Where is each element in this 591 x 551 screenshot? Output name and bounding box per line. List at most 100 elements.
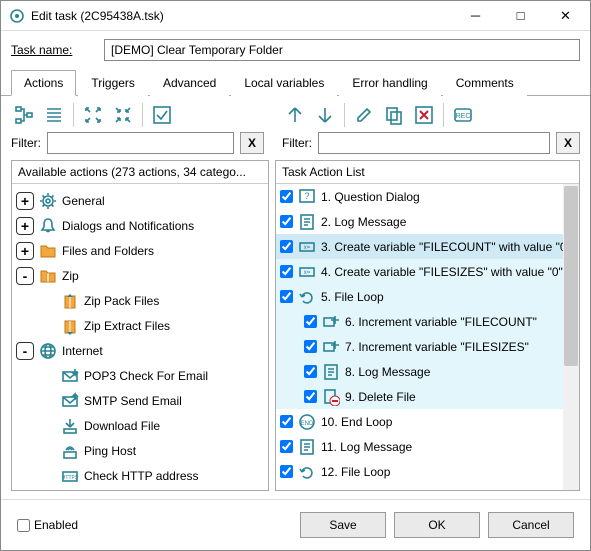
close-button[interactable]: ✕ <box>543 2 588 30</box>
filter-clear-right[interactable]: X <box>556 132 580 154</box>
task-checkbox[interactable] <box>280 215 293 228</box>
actions-tree[interactable]: +General+Dialogs and Notifications+Files… <box>12 184 268 490</box>
filter-clear-left[interactable]: X <box>240 132 264 154</box>
tree-item[interactable]: Check HTTP address <box>14 463 266 488</box>
filter-label-right: Filter: <box>282 136 312 150</box>
task-checkbox[interactable] <box>304 390 317 403</box>
task-label: 12. File Loop <box>321 465 390 479</box>
task-label: 9. Delete File <box>345 390 416 404</box>
task-checkbox[interactable] <box>280 290 293 303</box>
expand-toggle[interactable]: + <box>16 192 34 210</box>
task-row[interactable]: 8. Log Message <box>276 359 579 384</box>
task-row[interactable]: 9. Delete File <box>276 384 579 409</box>
tree-label: SMTP Send Email <box>84 394 182 408</box>
task-checkbox[interactable] <box>280 240 293 253</box>
task-row[interactable]: 5. File Loop <box>276 284 579 309</box>
task-checkbox[interactable] <box>280 465 293 478</box>
minimize-button[interactable]: ─ <box>453 2 498 30</box>
cancel-button[interactable]: Cancel <box>488 512 574 538</box>
task-label: 2. Log Message <box>321 215 406 229</box>
task-name-input[interactable] <box>104 39 580 61</box>
expand-toggle[interactable]: + <box>16 242 34 260</box>
tree-item[interactable]: Zip Extract Files <box>14 313 266 338</box>
task-row[interactable]: 3. Create variable "FILECOUNT" with valu… <box>276 234 579 259</box>
filter-input-right[interactable] <box>318 132 550 154</box>
log-icon <box>321 362 341 382</box>
delete-icon[interactable] <box>411 102 437 128</box>
bell-icon <box>38 216 58 236</box>
task-row[interactable]: 12. File Loop <box>276 459 579 484</box>
task-checkbox[interactable] <box>280 190 293 203</box>
tabs: ActionsTriggersAdvancedLocal variablesEr… <box>1 69 590 96</box>
enabled-checkbox-input[interactable] <box>17 519 30 532</box>
task-row[interactable]: 6. Increment variable "FILECOUNT" <box>276 309 579 334</box>
move-up-icon[interactable] <box>282 102 308 128</box>
tree-item[interactable]: +Dialogs and Notifications <box>14 213 266 238</box>
tree-item[interactable]: +General <box>14 188 266 213</box>
tree-item[interactable]: Zip Pack Files <box>14 288 266 313</box>
task-checkbox[interactable] <box>304 340 317 353</box>
inc-icon <box>321 337 341 357</box>
gear-icon <box>38 191 58 211</box>
task-checkbox[interactable] <box>280 415 293 428</box>
tree-item[interactable]: - Zip <box>14 263 266 288</box>
expand-toggle[interactable]: - <box>16 342 34 360</box>
expand-toggle[interactable]: + <box>16 217 34 235</box>
ok-button[interactable]: OK <box>394 512 480 538</box>
tree-item[interactable]: Download File <box>14 413 266 438</box>
tab-comments[interactable]: Comments <box>443 70 527 96</box>
tree-item[interactable]: POP3 Check For Email <box>14 363 266 388</box>
expand-all-icon[interactable] <box>80 102 106 128</box>
collapse-all-icon[interactable] <box>110 102 136 128</box>
task-label: 3. Create variable "FILECOUNT" with valu… <box>321 240 571 254</box>
task-label: 1. Question Dialog <box>321 190 420 204</box>
save-button[interactable]: Save <box>300 512 386 538</box>
move-down-icon[interactable] <box>312 102 338 128</box>
task-row[interactable]: 7. Increment variable "FILESIZES" <box>276 334 579 359</box>
task-checkbox[interactable] <box>280 440 293 453</box>
tab-actions[interactable]: Actions <box>11 70 76 96</box>
folder-icon <box>38 241 58 261</box>
zip-icon <box>38 266 58 286</box>
window-title: Edit task (2C95438A.tsk) <box>31 9 453 23</box>
tree-item[interactable]: +Files and Folders <box>14 238 266 263</box>
loop-icon <box>297 287 317 307</box>
task-checkbox[interactable] <box>280 265 293 278</box>
tree-view-icon[interactable] <box>11 102 37 128</box>
tree-item[interactable]: -Internet <box>14 338 266 363</box>
task-label: 8. Log Message <box>345 365 430 379</box>
tree-label: Zip <box>62 269 79 283</box>
question-icon <box>297 187 317 207</box>
filter-input-left[interactable] <box>47 132 234 154</box>
record-icon[interactable]: REC <box>450 102 476 128</box>
edit-icon[interactable] <box>351 102 377 128</box>
task-row[interactable]: 2. Log Message <box>276 209 579 234</box>
tree-label: POP3 Check For Email <box>84 369 208 383</box>
copy-icon[interactable] <box>381 102 407 128</box>
tab-local-variables[interactable]: Local variables <box>231 70 337 96</box>
mail-in-icon <box>60 366 80 386</box>
expand-toggle[interactable]: - <box>16 267 34 285</box>
tab-triggers[interactable]: Triggers <box>78 70 148 96</box>
task-action-list[interactable]: 1. Question Dialog 2. Log Message 3. Creat… <box>276 184 579 490</box>
task-checkbox[interactable] <box>304 315 317 328</box>
task-row[interactable]: 10. End Loop <box>276 409 579 434</box>
maximize-button[interactable]: □ <box>498 2 543 30</box>
tab-advanced[interactable]: Advanced <box>150 70 229 96</box>
task-row[interactable]: 4. Create variable "FILESIZES" with valu… <box>276 259 579 284</box>
task-checkbox[interactable] <box>304 365 317 378</box>
tab-error-handling[interactable]: Error handling <box>339 70 440 96</box>
scrollbar-track[interactable] <box>563 184 579 490</box>
enabled-checkbox[interactable]: Enabled <box>17 518 78 532</box>
tree-item[interactable]: Ping Host <box>14 438 266 463</box>
scrollbar-thumb[interactable] <box>564 186 578 366</box>
loop-icon <box>297 462 317 482</box>
tree-item[interactable]: SMTP Send Email <box>14 388 266 413</box>
main-split: Available actions (273 actions, 34 categ… <box>1 160 590 491</box>
task-row[interactable]: 1. Question Dialog <box>276 184 579 209</box>
check-icon[interactable] <box>149 102 175 128</box>
task-row[interactable]: 11. Log Message <box>276 434 579 459</box>
delete-icon <box>321 387 341 407</box>
list-view-icon[interactable] <box>41 102 67 128</box>
ping-icon <box>60 441 80 461</box>
